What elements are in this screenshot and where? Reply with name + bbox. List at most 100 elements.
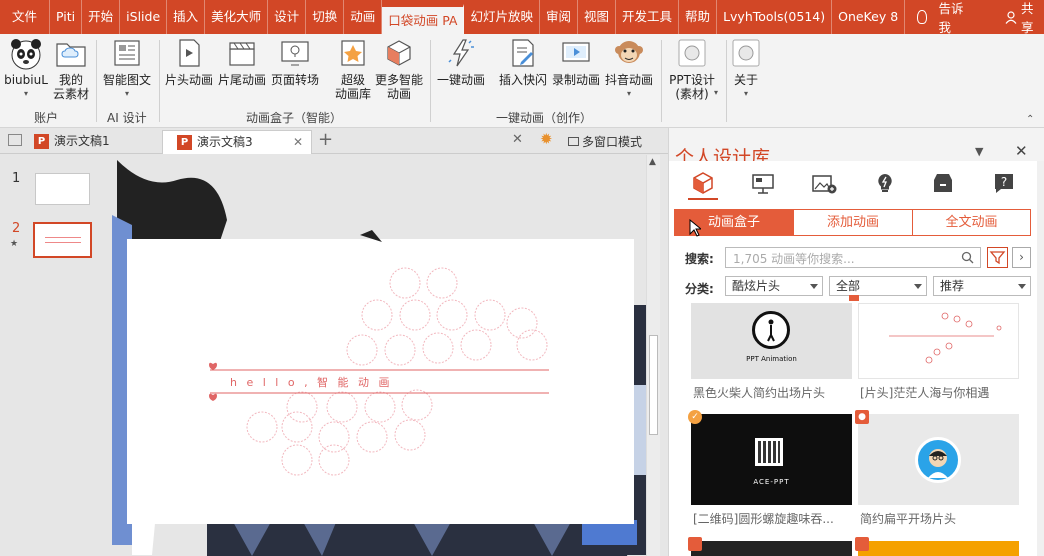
thumbnail-line <box>45 237 81 238</box>
tab-onekey[interactable]: OneKey 8 <box>832 0 906 34</box>
tab-help[interactable]: 帮助 <box>679 0 718 34</box>
search-icon[interactable] <box>961 251 974 267</box>
tab-home[interactable]: 开始 <box>82 0 121 34</box>
tab-add-animation[interactable]: 添加动画 <box>793 209 913 236</box>
insert-flash-button[interactable]: 插入快闪 <box>497 38 549 87</box>
smart-graphic-label: 智能图文 <box>102 73 151 87</box>
tab-pocket-animation[interactable]: 口袋动画 PA <box>382 4 465 34</box>
pane-scrollbar[interactable] <box>1037 161 1044 556</box>
slide-title-text[interactable]: h e l l o , 智 能 动 画 <box>230 374 393 390</box>
ribbon-separator <box>726 40 727 122</box>
settings-gear-icon[interactable]: ✹ <box>540 130 553 148</box>
tab-lvyhtools[interactable]: LvyhTools(0514) <box>717 0 833 34</box>
group-label-animation-box: 动画盒子（智能） <box>246 111 343 125</box>
about-button[interactable]: 关于 ▾ <box>730 38 762 101</box>
user-badge-icon: ● <box>855 410 869 424</box>
biubiul-button[interactable]: biubiuL ▾ <box>4 38 48 101</box>
user-badge-icon <box>688 537 702 551</box>
intro-animation-label: 片头动画 <box>164 73 213 87</box>
tell-me-input[interactable]: 告诉我 <box>939 0 973 36</box>
card-caption: 简约扁平开场片头 <box>860 512 957 526</box>
doc-tab-1[interactable]: P 演示文稿1 <box>20 130 170 154</box>
animation-card[interactable] <box>858 303 1019 379</box>
smart-graphic-button[interactable]: 智能图文 ▾ <box>101 38 153 101</box>
page-transition-button[interactable]: 页面转场 <box>269 38 321 87</box>
pane-menu-chevron-icon[interactable]: ▼ <box>975 145 983 158</box>
pin-icon[interactable]: ✕ <box>512 132 523 147</box>
presentation-screen-icon[interactable] <box>751 173 775 198</box>
tab-design[interactable]: 设计 <box>268 0 307 34</box>
tab-file[interactable]: 文件 <box>0 0 51 34</box>
tab-transitions[interactable]: 切换 <box>306 0 345 34</box>
lightbulb-screen-icon <box>279 38 311 70</box>
animation-card[interactable]: ● <box>855 410 1019 505</box>
storage-box-icon[interactable] <box>931 172 955 197</box>
slide-thumbnail-1[interactable] <box>35 173 90 205</box>
animation-card[interactable] <box>688 537 852 556</box>
animation-card[interactable]: ACE-PPT ✓ <box>688 410 852 505</box>
category-label: 分类: <box>685 282 714 296</box>
animation-library-label: 动画库 <box>334 87 371 101</box>
intro-animation-button[interactable]: 片头动画 <box>163 38 215 87</box>
tab-meihua[interactable]: 美化大师 <box>205 0 269 34</box>
account-name-label: biubiuL <box>4 73 48 87</box>
doc-tab-3-label: 演示文稿3 <box>197 135 253 149</box>
tab-slideshow[interactable]: 幻灯片放映 <box>464 0 540 34</box>
tab-full-text-animation[interactable]: 全文动画 <box>912 209 1031 236</box>
my-cloud-assets-button[interactable]: 我的 云素材 <box>52 38 90 101</box>
multi-window-button[interactable]: 多窗口模式 <box>568 133 642 150</box>
qr-code-icon <box>755 438 783 466</box>
lightbulb-icon[interactable] <box>917 10 927 24</box>
more-smart-animation-button[interactable]: 更多智能 动画 <box>373 38 425 101</box>
slide-thumbnail-2[interactable] <box>33 222 92 258</box>
tab-piti[interactable]: Piti <box>50 0 83 34</box>
doc-tab-3[interactable]: P 演示文稿3 ✕ <box>162 130 312 154</box>
category-select-scope[interactable]: 全部 <box>829 276 927 296</box>
card-thumb-art <box>889 312 1002 364</box>
douyin-animation-button[interactable]: 抖音动画 ▾ <box>603 38 655 101</box>
ppt-design-assets-button[interactable]: PPT设计 (素材) <box>664 38 720 101</box>
chevron-down-icon[interactable]: ▾ <box>714 88 718 97</box>
card-caption: [二维码]圆形螺旋趣味吞... <box>693 512 834 526</box>
insert-flash-label: 插入快闪 <box>498 73 547 87</box>
close-icon[interactable]: ✕ <box>293 131 303 153</box>
category-select-sort[interactable]: 推荐 <box>933 276 1031 296</box>
tab-review[interactable]: 审阅 <box>540 0 579 34</box>
tab-insert[interactable]: 插入 <box>167 0 206 34</box>
tab-islide[interactable]: iSlide <box>120 0 168 34</box>
pen-document-icon <box>507 38 539 70</box>
scroll-thumb[interactable] <box>649 335 658 435</box>
search-input[interactable]: 1,705 动画等你搜索... <box>725 247 981 268</box>
category-select-type[interactable]: 酷炫片头 <box>725 276 823 296</box>
avatar-circle-icon <box>915 437 961 483</box>
super-animation-library-button[interactable]: 超级 动画库 <box>330 38 376 101</box>
animation-box-cube-icon[interactable] <box>691 171 715 198</box>
help-question-icon[interactable]: ? <box>991 172 1015 197</box>
tab-developer[interactable]: 开发工具 <box>616 0 680 34</box>
filter-funnel-icon[interactable] <box>987 247 1008 268</box>
ribbon-separator <box>661 40 662 122</box>
card-thumb-text: PPT Animation <box>746 355 797 363</box>
next-arrow-icon[interactable]: › <box>1012 247 1031 268</box>
lightbulb-icon[interactable] <box>873 171 897 198</box>
add-image-icon[interactable] <box>811 173 837 198</box>
ribbon-separator <box>430 40 431 122</box>
animation-label: 动画 <box>386 87 411 101</box>
ribbon-tab-bar: 文件 Piti 开始 iSlide 插入 美化大师 设计 切换 动画 口袋动画 … <box>0 0 1044 36</box>
category-type-value: 酷炫片头 <box>732 279 781 293</box>
tab-view[interactable]: 视图 <box>578 0 617 34</box>
animation-card[interactable] <box>855 537 1019 556</box>
scroll-up-arrow-icon[interactable]: ▲ <box>649 157 656 167</box>
collapse-ribbon-icon[interactable]: ⌃ <box>1026 114 1034 125</box>
cloud-assets-label: 云素材 <box>52 87 89 101</box>
add-tab-icon[interactable]: + <box>318 129 333 150</box>
one-click-animation-button[interactable]: 一键动画 <box>435 38 487 87</box>
vertical-scrollbar[interactable]: ▲ <box>646 155 660 556</box>
share-button[interactable]: 共享 <box>1021 0 1044 36</box>
animation-card[interactable]: PPT Animation <box>691 303 852 379</box>
tab-animations[interactable]: 动画 <box>344 0 383 34</box>
record-animation-button[interactable]: 录制动画 <box>550 38 602 87</box>
close-icon[interactable]: ✕ <box>1015 142 1028 160</box>
outro-animation-button[interactable]: 片尾动画 <box>216 38 268 87</box>
user-icon[interactable] <box>1005 10 1017 24</box>
